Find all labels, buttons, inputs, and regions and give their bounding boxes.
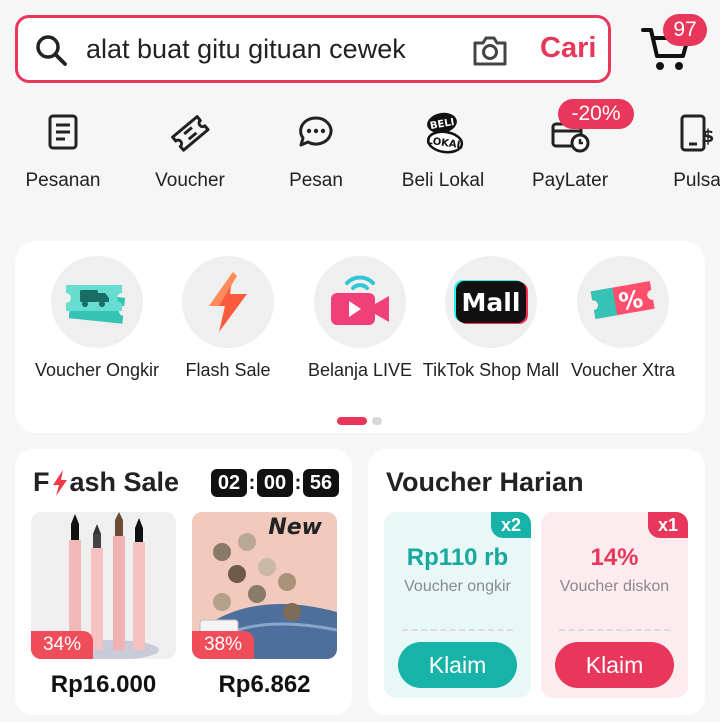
timer-hours: 02: [211, 469, 247, 497]
voucher-diskon-card[interactable]: x1 14% Voucher diskon Klaim: [541, 512, 688, 698]
menu-item-label: PayLater: [531, 170, 609, 191]
product-image-label: New: [268, 515, 322, 540]
feature-icon-circle: %: [577, 256, 669, 348]
voucher-description: Voucher ongkir: [404, 578, 511, 595]
feature-voucher-xtra[interactable]: % Voucher Xtra: [552, 256, 694, 383]
orders-icon: [48, 114, 78, 150]
menu-item-label: Beli Lokal: [401, 170, 485, 191]
menu-item-pesan[interactable]: Pesan: [256, 110, 376, 192]
voucher-multiplier-badge: x1: [648, 512, 688, 538]
voucher-multiplier-badge: x2: [491, 512, 531, 538]
menu-item-beli-lokal[interactable]: BELI LOKAL Beli Lokal: [383, 110, 503, 192]
feature-label: Voucher Ongkir: [34, 360, 160, 380]
lightning-icon: [209, 272, 247, 332]
mall-badge-text: Mall: [462, 288, 521, 317]
search-button[interactable]: Cari: [540, 32, 596, 65]
claim-button[interactable]: Klaim: [398, 642, 517, 688]
product-price: Rp16.000: [50, 671, 157, 698]
svg-text:$: $: [702, 126, 715, 147]
feature-label: Belanja LIVE: [307, 360, 413, 380]
voucher-ongkir-card[interactable]: x2 Rp110 rb Voucher ongkir Klaim: [384, 512, 531, 698]
menu-item-pesanan[interactable]: Pesanan: [3, 110, 123, 192]
percent-voucher-icon: %: [590, 281, 655, 320]
camera-icon[interactable]: [470, 30, 510, 70]
mall-badge: Mall: [454, 280, 528, 324]
menu-item-label: Pulsa: [673, 170, 720, 191]
phone-dollar-icon: $: [680, 114, 715, 152]
feature-icon-circle: [182, 256, 274, 348]
menu-item-label: Voucher: [155, 170, 225, 191]
voucher-amount: Rp110 rb: [406, 544, 509, 571]
feature-belanja-live[interactable]: Belanja LIVE: [289, 256, 431, 383]
voucher-divider: [402, 629, 513, 631]
paylater-discount-badge: -20%: [558, 99, 634, 129]
search-input[interactable]: alat buat gitu gituan cewek: [86, 34, 406, 65]
live-camera-icon: [331, 275, 389, 325]
discount-badge: 34%: [31, 631, 93, 659]
timer-separator: :: [294, 471, 302, 494]
claim-button[interactable]: Klaim: [555, 642, 674, 688]
voucher-description: Voucher diskon: [559, 578, 670, 595]
features-card: Voucher Ongkir Flash Sale Belanja LIVE M…: [15, 241, 705, 433]
flash-sale-card[interactable]: F ash Sale 02 : 00 : 56 34% Rp16.000 New…: [15, 449, 352, 715]
percent-badge-text: %: [617, 285, 646, 317]
timer-seconds: 56: [303, 469, 339, 497]
beli-lokal-logo: BELI LOKAL: [426, 112, 464, 154]
flash-sale-title-suffix: ash Sale: [69, 467, 180, 497]
search-bar[interactable]: alat buat gitu gituan cewek Cari: [15, 15, 611, 83]
daily-voucher-card: Voucher Harian x2 Rp110 rb Voucher ongki…: [368, 449, 705, 715]
feature-label: Voucher Xtra: [570, 360, 676, 380]
cart-badge: 97: [663, 14, 707, 46]
menu-item-voucher[interactable]: Voucher: [130, 110, 250, 192]
product-card[interactable]: New 38%: [192, 512, 337, 659]
carousel-pagination: [337, 417, 382, 425]
menu-item-label: Pesan: [289, 170, 343, 191]
menu-item-pulsa[interactable]: $ Pulsa: [637, 110, 720, 192]
pagination-dot-active[interactable]: [337, 417, 367, 425]
product-card[interactable]: 34%: [31, 512, 176, 659]
menu-item-label: Pesanan: [25, 170, 101, 191]
voucher-amount: 14%: [590, 544, 639, 571]
flash-sale-title: F ash Sale: [33, 467, 179, 498]
search-icon: [36, 35, 67, 66]
feature-flash-sale[interactable]: Flash Sale: [157, 256, 299, 383]
timer-separator: :: [248, 471, 256, 494]
voucher-ticket-icon: [171, 115, 210, 152]
feature-icon-circle: [314, 256, 406, 348]
shipping-voucher-icon: [66, 285, 126, 324]
discount-badge: 38%: [192, 631, 254, 659]
feature-tiktok-shop-mall[interactable]: Mall TikTok Shop Mall: [420, 256, 562, 383]
flash-sale-title-prefix: F: [33, 467, 50, 497]
feature-icon-circle: [51, 256, 143, 348]
feature-label: TikTok Shop Mall: [422, 360, 560, 380]
feature-label: Flash Sale: [185, 360, 271, 380]
chat-bubble-icon: [299, 116, 333, 147]
lightning-icon: [52, 469, 67, 496]
feature-voucher-ongkir[interactable]: Voucher Ongkir: [26, 256, 168, 383]
feature-icon-circle: Mall: [445, 256, 537, 348]
timer-minutes: 00: [257, 469, 293, 497]
daily-voucher-title: Voucher Harian: [386, 467, 584, 497]
voucher-divider: [559, 629, 670, 631]
countdown-timer: 02 : 00 : 56: [211, 469, 339, 497]
pagination-dot[interactable]: [372, 417, 382, 425]
product-price: Rp6.862: [218, 671, 311, 698]
